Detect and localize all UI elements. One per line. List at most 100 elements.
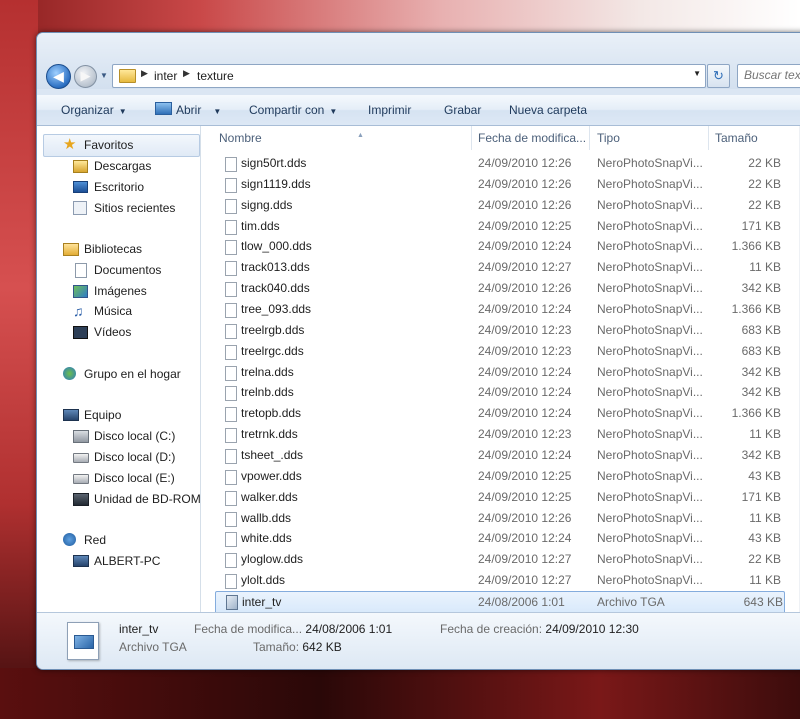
column-header-type[interactable]: Tipo [597, 126, 620, 150]
hard-drive-icon [73, 474, 89, 484]
column-header-size[interactable]: Tamaño [715, 126, 758, 150]
file-row[interactable]: tretrnk.dds 24/09/2010 12:23 NeroPhotoSnap… [201, 424, 800, 445]
file-row[interactable]: walker.dds 24/09/2010 12:25 NeroPhotoSnapV… [201, 487, 800, 508]
file-row[interactable]: tree_093.dds 24/09/2010 12:24 NeroPhotoSna… [201, 299, 800, 320]
column-name-label: Nombre [219, 131, 262, 145]
details-modified: Fecha de modifica... 24/08/2006 1:01 [194, 622, 392, 636]
breadcrumb-texture[interactable]: texture [197, 69, 234, 83]
video-icon [73, 326, 88, 339]
file-date: 24/09/2010 12:27 [478, 552, 572, 567]
dds-file-icon [225, 157, 237, 172]
open-button[interactable]: Abrir ▼ [155, 95, 221, 125]
file-row[interactable]: wallb.dds 24/09/2010 12:26 NeroPhotoSnapVi… [201, 508, 800, 529]
refresh-button[interactable]: ↻ [707, 64, 730, 88]
nav-computer-label: Equipo [84, 408, 122, 422]
breadcrumb-inter[interactable]: inter [154, 69, 177, 83]
file-row[interactable]: vpower.dds 24/09/2010 12:25 NeroPhotoSnapV… [201, 466, 800, 487]
file-row[interactable]: treelrgb.dds 24/09/2010 12:23 NeroPhotoSna… [201, 320, 800, 341]
file-row[interactable]: treelrgc.dds 24/09/2010 12:23 NeroPhotoSna… [201, 341, 800, 362]
file-row[interactable]: track013.dds 24/09/2010 12:27 NeroPhotoSna… [201, 257, 800, 278]
file-type: NeroPhotoSnapVi... [597, 468, 703, 483]
refresh-icon: ↻ [713, 68, 724, 83]
file-row[interactable]: tretopb.dds 24/09/2010 12:24 NeroPhotoSnap… [201, 403, 800, 424]
file-row[interactable]: tlow_000.dds 24/09/2010 12:24 NeroPhotoSna… [201, 236, 800, 257]
recent-pages-dropdown[interactable]: ▼ [100, 71, 108, 80]
share-button[interactable]: Compartir con ▼ [249, 95, 337, 125]
file-name: treelrgc.dds [241, 343, 304, 358]
desktop-wallpaper-bottom [0, 668, 800, 719]
file-name: inter_tv [242, 594, 282, 609]
file-name: wallb.dds [241, 510, 292, 525]
column-divider[interactable] [708, 126, 709, 150]
file-type: NeroPhotoSnapVi... [597, 489, 703, 504]
file-size: 1.366 KB [731, 302, 781, 316]
network-computer-icon [73, 555, 89, 567]
file-type: NeroPhotoSnapVi... [597, 218, 703, 233]
search-box[interactable] [737, 64, 800, 88]
back-button[interactable]: ◀ [46, 64, 71, 89]
file-row[interactable]: sign50rt.dds 24/09/2010 12:26 NeroPhotoSna… [201, 153, 800, 174]
file-row[interactable]: yloglow.dds 24/09/2010 12:27 NeroPhotoSnap… [201, 549, 800, 570]
file-type: NeroPhotoSnapVi... [597, 197, 703, 212]
file-type: NeroPhotoSnapVi... [597, 343, 703, 358]
back-arrow-icon: ◀ [53, 68, 64, 84]
column-divider[interactable] [589, 126, 590, 150]
nav-disk-e-label: Disco local (E:) [94, 471, 175, 485]
recent-places-icon [73, 201, 87, 215]
dds-file-icon [225, 490, 237, 506]
search-input[interactable] [738, 65, 800, 85]
hard-drive-icon [73, 453, 89, 463]
file-row[interactable]: white.dds 24/09/2010 12:24 NeroPhotoSnapVi… [201, 528, 800, 549]
nav-videos-label: Vídeos [94, 325, 132, 339]
dds-file-icon [225, 177, 237, 193]
details-size-value: 642 KB [302, 640, 342, 654]
chevron-right-icon[interactable]: ▶ [183, 68, 190, 79]
details-file-name: inter_tv [119, 622, 159, 636]
file-size: 171 KB [741, 489, 781, 504]
burn-button[interactable]: Grabar [444, 95, 481, 125]
organize-button[interactable]: Organizar ▼ [61, 95, 127, 125]
file-row[interactable]: ylolt.dds 24/09/2010 12:27 NeroPhotoSnapVi… [201, 570, 800, 591]
details-modified-label: Fecha de modifica... [194, 622, 303, 636]
navigation-pane: ★ Favoritos Descargas Escritorio Sitios … [37, 126, 201, 612]
file-type: NeroPhotoSnapVi... [597, 176, 703, 191]
chevron-down-icon[interactable]: ▼ [213, 107, 221, 116]
file-type: NeroPhotoSnapVi... [597, 322, 703, 337]
forward-button[interactable]: ▶ [74, 65, 97, 88]
column-divider[interactable] [471, 126, 472, 150]
chevron-down-icon[interactable]: ▼ [693, 69, 701, 78]
dds-file-icon [225, 219, 237, 235]
column-header-name[interactable]: Nombre ▲ [219, 126, 471, 150]
details-created-value: 24/09/2010 12:30 [545, 622, 639, 636]
command-bar: Organizar ▼ Abrir ▼ Compartir con ▼ Imprimi… [37, 95, 800, 126]
address-bar[interactable]: ▶ inter ▶ texture ▼ [112, 64, 706, 88]
file-size: 342 KB [741, 447, 781, 462]
file-row[interactable]: signg.dds 24/09/2010 12:26 NeroPhotoSnapVi… [201, 195, 800, 216]
print-button[interactable]: Imprimir [368, 95, 411, 125]
file-row[interactable]: tsheet_.dds 24/09/2010 12:24 NeroPhotoSnap… [201, 445, 800, 466]
file-type: NeroPhotoSnapVi... [597, 406, 703, 421]
file-row[interactable]: tim.dds 24/09/2010 12:25 NeroPhotoSnapVi..… [201, 216, 800, 237]
file-size: 11 KB [749, 573, 781, 587]
file-size: 683 KB [741, 322, 781, 337]
file-name: walker.dds [241, 489, 298, 504]
file-type: NeroPhotoSnapVi... [597, 447, 703, 462]
column-header-date[interactable]: Fecha de modifica... [478, 126, 586, 150]
file-row[interactable]: trelna.dds 24/09/2010 12:24 NeroPhotoSnapV… [201, 362, 800, 383]
chevron-right-icon[interactable]: ▶ [141, 68, 148, 79]
file-row[interactable]: trelnb.dds 24/09/2010 12:24 NeroPhotoSnapV… [201, 382, 800, 403]
file-date: 24/09/2010 12:24 [478, 385, 572, 400]
file-size: 171 KB [741, 218, 781, 233]
nav-music-label: Música [94, 304, 133, 318]
file-size: 1.366 KB [731, 239, 781, 254]
dds-file-icon [225, 365, 237, 381]
file-row[interactable]: inter_tv 24/08/2006 1:01 Archivo TGA 643 KB [215, 590, 785, 614]
file-row[interactable]: sign1119.dds 24/09/2010 12:26 NeroPhotoSna… [201, 174, 800, 195]
new-folder-button[interactable]: Nueva carpeta [509, 95, 587, 125]
file-date: 24/09/2010 12:23 [478, 343, 572, 358]
file-date: 24/08/2006 1:01 [478, 594, 565, 609]
file-row[interactable]: track040.dds 24/09/2010 12:26 NeroPhotoSna… [201, 278, 800, 299]
file-date: 24/09/2010 12:27 [478, 260, 572, 275]
details-created-label: Fecha de creación: [440, 622, 543, 636]
file-size: 643 KB [743, 594, 783, 609]
